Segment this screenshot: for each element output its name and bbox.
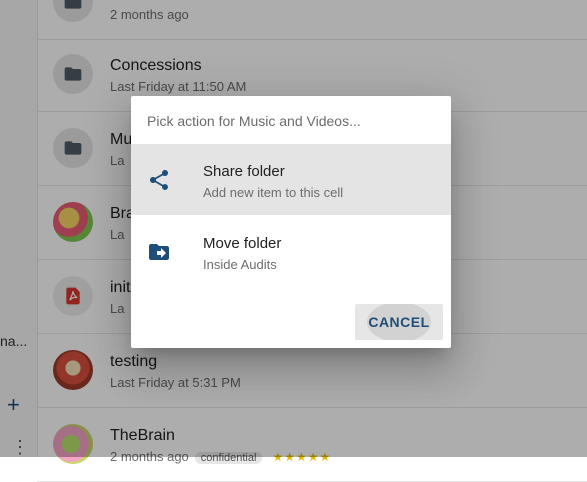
action-label: Move folder (203, 235, 282, 252)
cancel-label: CANCEL (368, 314, 430, 330)
action-description: Add new item to this cell (203, 185, 344, 200)
action-label: Share folder (203, 163, 285, 180)
action-dialog: Pick action for Music and Videos... Shar… (131, 96, 451, 348)
move-folder-action[interactable]: Move folder Inside Audits (131, 216, 451, 287)
share-folder-action[interactable]: Share folder Add new item to this cell (131, 144, 451, 215)
share-icon (150, 170, 168, 190)
action-description: Inside Audits (203, 257, 277, 272)
dialog-title: Pick action for Music and Videos... (147, 113, 361, 129)
cancel-button[interactable]: CANCEL (355, 304, 443, 340)
move-folder-icon (149, 244, 169, 260)
